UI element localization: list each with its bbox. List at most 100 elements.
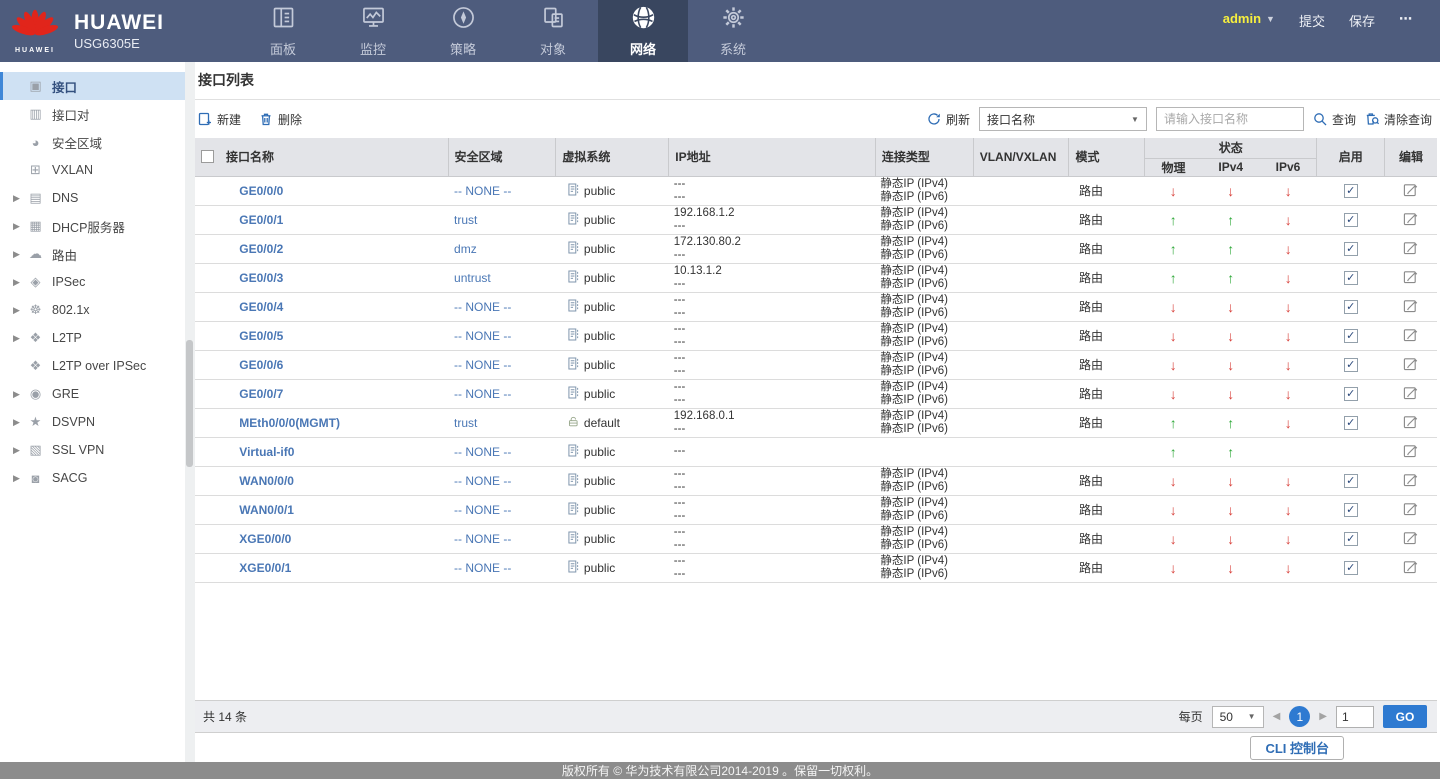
more-menu-icon[interactable]: ⋯ [1399,11,1414,27]
interface-name-link[interactable]: XGE0/0/1 [239,561,291,575]
security-zone-link[interactable]: untrust [454,271,491,285]
nav-item-network[interactable]: 网络 [598,0,688,62]
sidebar-item-sacg[interactable]: ▶ ◙ SACG [0,464,185,492]
interface-name-link[interactable]: GE0/0/0 [239,184,283,198]
security-zone-link[interactable]: -- NONE -- [454,503,511,517]
edit-icon[interactable] [1403,473,1418,490]
interface-name-link[interactable]: WAN0/0/1 [239,503,294,517]
enable-checkbox[interactable]: ✓ [1343,416,1358,430]
expand-arrow-icon[interactable]: ▶ [13,389,23,400]
refresh-button[interactable]: 刷新 [927,111,970,128]
sidebar-item-ssl-vpn[interactable]: ▶ ▧ SSL VPN [0,436,185,464]
interface-name-link[interactable]: Virtual-if0 [239,445,294,459]
prev-page-icon[interactable]: ◀ [1273,711,1281,722]
expand-arrow-icon[interactable]: ▶ [13,249,23,260]
edit-icon[interactable] [1403,502,1418,519]
sidebar-item-dot1x[interactable]: ▶ ☸ 802.1x [0,296,185,324]
edit-icon[interactable] [1403,183,1418,200]
enable-checkbox[interactable]: ✓ [1343,387,1358,401]
sidebar-item-security-zone[interactable]: ▶◕安全区域 [0,128,185,156]
sidebar-item-dsvpn[interactable]: ▶ ★ DSVPN [0,408,185,436]
sidebar-item-l2tp-over-ipsec[interactable]: ▶❖L2TP over IPSec [0,352,185,380]
security-zone-link[interactable]: -- NONE -- [454,561,511,575]
per-page-select[interactable]: 50 ▼ [1211,705,1264,728]
enable-checkbox[interactable]: ✓ [1343,242,1358,256]
expand-arrow-icon[interactable]: ▶ [13,333,23,344]
delete-button[interactable]: 删除 [259,111,302,128]
expand-arrow-icon[interactable]: ▶ [13,221,23,232]
sidebar-item-ipsec[interactable]: ▶ ◈ IPSec [0,268,185,296]
edit-icon[interactable] [1403,212,1418,229]
edit-icon[interactable] [1403,415,1418,432]
edit-icon[interactable] [1403,299,1418,316]
enable-checkbox[interactable]: ✓ [1343,358,1358,372]
enable-checkbox[interactable]: ✓ [1343,474,1358,488]
go-button[interactable]: GO [1383,705,1427,728]
sidebar-item-dhcp-server[interactable]: ▶ ▦ DHCP服务器 [0,212,185,240]
security-zone-link[interactable]: -- NONE -- [454,184,511,198]
security-zone-link[interactable]: trust [454,213,477,227]
sidebar-item-interface-pair[interactable]: ▶▥接口对 [0,100,185,128]
expand-arrow-icon[interactable]: ▶ [13,417,23,428]
security-zone-link[interactable]: -- NONE -- [454,474,511,488]
interface-name-link[interactable]: GE0/0/7 [239,387,283,401]
interface-name-link[interactable]: GE0/0/1 [239,213,283,227]
enable-checkbox[interactable]: ✓ [1343,329,1358,343]
admin-user-menu[interactable]: admin ▼ [1223,11,1275,26]
filter-field-select[interactable]: 接口名称 ▼ [978,107,1147,131]
security-zone-link[interactable]: -- NONE -- [454,445,511,459]
current-page-badge[interactable]: 1 [1289,706,1311,727]
select-all-checkbox[interactable] [201,150,214,164]
security-zone-link[interactable]: dmz [454,242,477,256]
enable-checkbox[interactable]: ✓ [1343,561,1358,575]
query-button[interactable]: 查询 [1313,111,1356,128]
expand-arrow-icon[interactable]: ▶ [13,277,23,288]
security-zone-link[interactable]: -- NONE -- [454,387,511,401]
interface-name-link[interactable]: MEth0/0/0(MGMT) [239,416,340,430]
enable-checkbox[interactable]: ✓ [1343,184,1358,198]
save-button[interactable]: 保存 [1349,11,1375,30]
expand-arrow-icon[interactable]: ▶ [13,305,23,316]
security-zone-link[interactable]: -- NONE -- [454,300,511,314]
interface-name-link[interactable]: GE0/0/4 [239,300,283,314]
edit-icon[interactable] [1403,357,1418,374]
sidebar-item-gre[interactable]: ▶ ◉ GRE [0,380,185,408]
sidebar-item-route[interactable]: ▶ ☁ 路由 [0,240,185,268]
nav-item-system[interactable]: 系统 [688,0,778,62]
edit-icon[interactable] [1403,328,1418,345]
expand-arrow-icon[interactable]: ▶ [13,473,23,484]
scrollbar-thumb[interactable] [186,340,193,467]
sidebar-item-interface[interactable]: ▶▣接口 [0,72,185,100]
security-zone-link[interactable]: -- NONE -- [454,358,511,372]
edit-icon[interactable] [1403,531,1418,548]
enable-checkbox[interactable]: ✓ [1343,532,1358,546]
nav-item-dashboard[interactable]: 面板 [238,0,328,62]
security-zone-link[interactable]: -- NONE -- [454,329,511,343]
sidebar-scrollbar[interactable]: ◄ [185,62,195,762]
nav-item-object[interactable]: 对象 [508,0,598,62]
interface-name-link[interactable]: GE0/0/3 [239,271,283,285]
security-zone-link[interactable]: trust [454,416,477,430]
expand-arrow-icon[interactable]: ▶ [13,445,23,456]
nav-item-policy[interactable]: 策略 [418,0,508,62]
search-input[interactable] [1155,107,1304,131]
enable-checkbox[interactable]: ✓ [1343,300,1358,314]
commit-button[interactable]: 提交 [1299,11,1325,30]
cli-console-button[interactable]: CLI 控制台 [1250,735,1344,760]
next-page-icon[interactable]: ▶ [1319,711,1327,722]
interface-name-link[interactable]: GE0/0/6 [239,358,283,372]
sidebar-item-dns[interactable]: ▶ ▤ DNS [0,184,185,212]
expand-arrow-icon[interactable]: ▶ [13,193,23,204]
edit-icon[interactable] [1403,241,1418,258]
enable-checkbox[interactable]: ✓ [1343,503,1358,517]
enable-checkbox[interactable]: ✓ [1343,213,1358,227]
interface-name-link[interactable]: GE0/0/2 [239,242,283,256]
nav-item-monitor[interactable]: 监控 [328,0,418,62]
edit-icon[interactable] [1403,444,1418,461]
sidebar-item-l2tp[interactable]: ▶ ❖ L2TP [0,324,185,352]
edit-icon[interactable] [1403,560,1418,577]
enable-checkbox[interactable]: ✓ [1343,271,1358,285]
interface-name-link[interactable]: XGE0/0/0 [239,532,291,546]
edit-icon[interactable] [1403,386,1418,403]
goto-page-input[interactable] [1336,705,1374,728]
